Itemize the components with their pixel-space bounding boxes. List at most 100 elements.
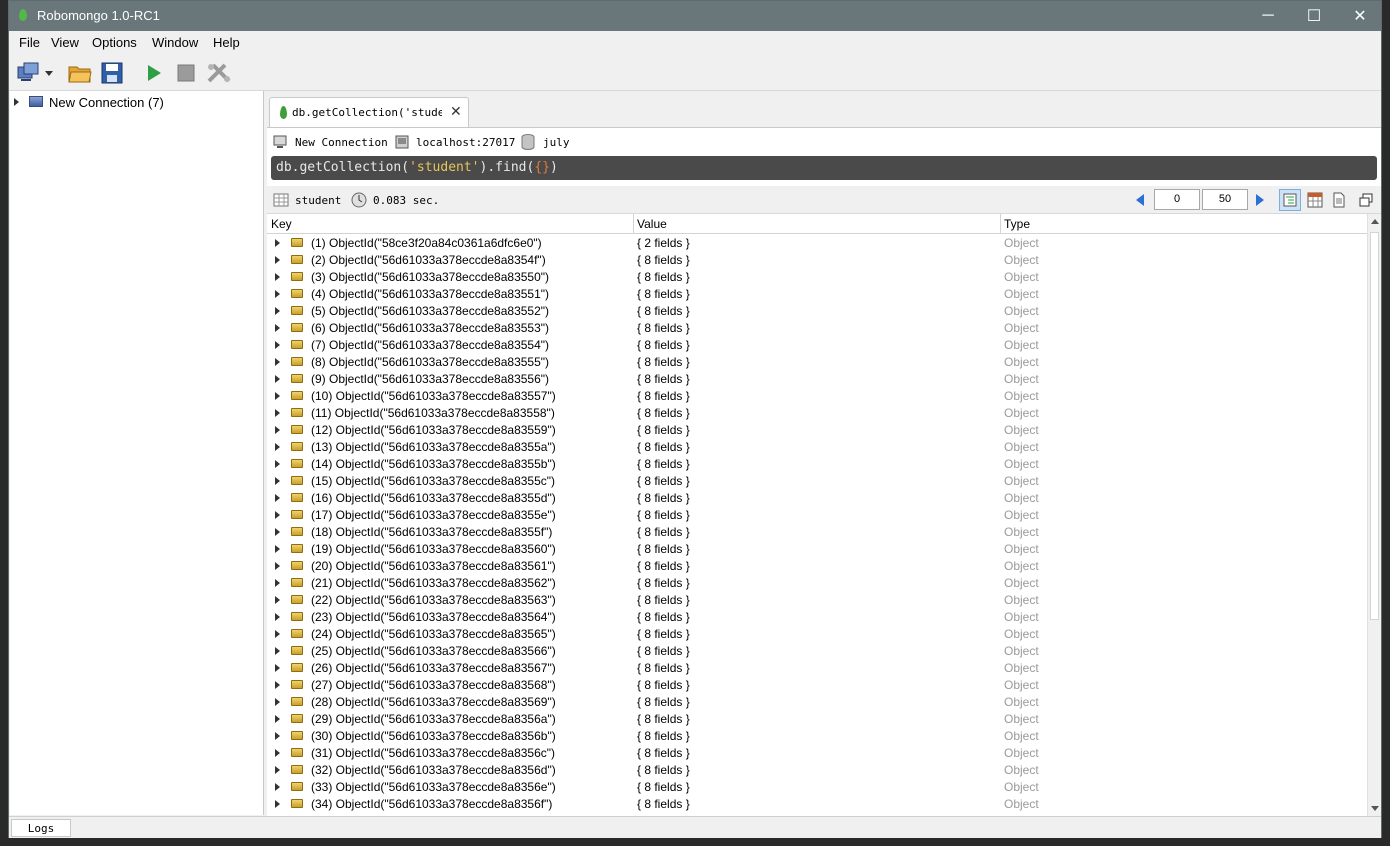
table-row[interactable]: (33) ObjectId("56d61033a378eccde8a8356e"… [267, 779, 1367, 796]
detach-window-icon[interactable] [1359, 193, 1373, 207]
expand-arrow-icon[interactable] [275, 443, 280, 451]
table-row[interactable]: (26) ObjectId("56d61033a378eccde8a83567"… [267, 660, 1367, 677]
execute-button[interactable] [143, 61, 165, 85]
expand-arrow-icon[interactable] [275, 239, 280, 247]
close-window-button[interactable]: ✕ [1337, 1, 1383, 31]
expand-arrow-icon[interactable] [275, 256, 280, 264]
table-row[interactable]: (21) ObjectId("56d61033a378eccde8a83562"… [267, 575, 1367, 592]
expand-arrow-icon[interactable] [275, 630, 280, 638]
expand-arrow-icon[interactable] [275, 409, 280, 417]
table-row[interactable]: (5) ObjectId("56d61033a378eccde8a83552")… [267, 303, 1367, 320]
expand-arrow-icon[interactable] [275, 290, 280, 298]
expand-arrow-icon[interactable] [275, 647, 280, 655]
query-tab[interactable]: db.getCollection('studen… ✕ [269, 97, 469, 127]
table-row[interactable]: (6) ObjectId("56d61033a378eccde8a83553")… [267, 320, 1367, 337]
scrollbar-thumb[interactable] [1370, 232, 1379, 620]
expand-arrow-icon[interactable] [275, 341, 280, 349]
expand-arrow-icon[interactable] [275, 494, 280, 502]
menu-view[interactable]: View [51, 35, 79, 50]
vertical-scrollbar[interactable] [1367, 214, 1381, 816]
expand-arrow-icon[interactable] [275, 698, 280, 706]
table-row[interactable]: (18) ObjectId("56d61033a378eccde8a8355f"… [267, 524, 1367, 541]
table-row[interactable]: (3) ObjectId("56d61033a378eccde8a83550")… [267, 269, 1367, 286]
expand-arrow-icon[interactable] [275, 545, 280, 553]
table-row[interactable]: (30) ObjectId("56d61033a378eccde8a8356b"… [267, 728, 1367, 745]
menu-file[interactable]: File [19, 35, 40, 50]
limit-input[interactable]: 50 [1202, 189, 1248, 210]
table-row[interactable]: (1) ObjectId("58ce3f20a84c0361a6dfc6e0")… [267, 235, 1367, 252]
table-row[interactable]: (31) ObjectId("56d61033a378eccde8a8356c"… [267, 745, 1367, 762]
column-divider[interactable] [633, 214, 634, 234]
column-header-value[interactable]: Value [637, 217, 667, 231]
table-row[interactable]: (14) ObjectId("56d61033a378eccde8a8355b"… [267, 456, 1367, 473]
expand-arrow-icon[interactable] [275, 596, 280, 604]
table-row[interactable]: (4) ObjectId("56d61033a378eccde8a83551")… [267, 286, 1367, 303]
table-row[interactable]: (19) ObjectId("56d61033a378eccde8a83560"… [267, 541, 1367, 558]
table-row[interactable]: (20) ObjectId("56d61033a378eccde8a83561"… [267, 558, 1367, 575]
table-row[interactable]: (32) ObjectId("56d61033a378eccde8a8356d"… [267, 762, 1367, 779]
expand-arrow-icon[interactable] [275, 477, 280, 485]
expand-arrow-icon[interactable] [275, 307, 280, 315]
menu-help[interactable]: Help [213, 35, 240, 50]
expand-arrow-icon[interactable] [275, 324, 280, 332]
expand-arrow-icon[interactable] [275, 460, 280, 468]
expand-arrow-icon[interactable] [275, 511, 280, 519]
table-row[interactable]: (25) ObjectId("56d61033a378eccde8a83566"… [267, 643, 1367, 660]
table-row[interactable]: (10) ObjectId("56d61033a378eccde8a83557"… [267, 388, 1367, 405]
query-editor[interactable]: db.getCollection('student').find({}) [271, 156, 1377, 180]
table-row[interactable]: (28) ObjectId("56d61033a378eccde8a83569"… [267, 694, 1367, 711]
expand-arrow-icon[interactable] [275, 528, 280, 536]
expand-arrow-icon[interactable] [275, 392, 280, 400]
table-row[interactable]: (11) ObjectId("56d61033a378eccde8a83558"… [267, 405, 1367, 422]
table-row[interactable]: (16) ObjectId("56d61033a378eccde8a8355d"… [267, 490, 1367, 507]
table-row[interactable]: (29) ObjectId("56d61033a378eccde8a8356a"… [267, 711, 1367, 728]
skip-input[interactable]: 0 [1154, 189, 1200, 210]
maximize-button[interactable]: ☐ [1291, 1, 1337, 31]
expand-arrow-icon[interactable] [275, 273, 280, 281]
table-row[interactable]: (17) ObjectId("56d61033a378eccde8a8355e"… [267, 507, 1367, 524]
orchestrate-button[interactable] [205, 61, 233, 85]
expand-arrow-icon[interactable] [275, 358, 280, 366]
menu-window[interactable]: Window [152, 35, 198, 50]
minimize-button[interactable]: ─ [1245, 1, 1291, 31]
table-row[interactable]: (13) ObjectId("56d61033a378eccde8a8355a"… [267, 439, 1367, 456]
column-header-key[interactable]: Key [271, 217, 292, 231]
expand-arrow-icon[interactable] [275, 783, 280, 791]
stop-button[interactable] [175, 61, 197, 85]
open-button[interactable] [67, 61, 93, 85]
expand-arrow-icon[interactable] [275, 800, 280, 808]
table-row[interactable]: (15) ObjectId("56d61033a378eccde8a8355c"… [267, 473, 1367, 490]
expand-arrow-icon[interactable] [275, 766, 280, 774]
menu-options[interactable]: Options [92, 35, 137, 50]
table-row[interactable]: (12) ObjectId("56d61033a378eccde8a83559"… [267, 422, 1367, 439]
scroll-up-arrow-icon[interactable] [1371, 219, 1379, 224]
expand-arrow-icon[interactable] [275, 375, 280, 383]
connect-button[interactable] [15, 61, 57, 85]
expand-arrow-icon[interactable] [275, 681, 280, 689]
expand-arrow-icon[interactable] [275, 749, 280, 757]
table-row[interactable]: (22) ObjectId("56d61033a378eccde8a83563"… [267, 592, 1367, 609]
expand-arrow-icon[interactable] [275, 579, 280, 587]
expand-arrow-icon[interactable] [275, 426, 280, 434]
save-button[interactable] [99, 61, 125, 85]
tree-view-button[interactable] [1279, 189, 1301, 211]
next-page-icon[interactable] [1255, 194, 1265, 206]
text-view-icon[interactable] [1331, 192, 1347, 208]
table-row[interactable]: (23) ObjectId("56d61033a378eccde8a83564"… [267, 609, 1367, 626]
tree-item-connection[interactable]: New Connection (7) [10, 93, 263, 111]
expand-arrow-icon[interactable] [14, 98, 19, 106]
column-header-type[interactable]: Type [1004, 217, 1030, 231]
expand-arrow-icon[interactable] [275, 562, 280, 570]
table-row[interactable]: (2) ObjectId("56d61033a378eccde8a8354f")… [267, 252, 1367, 269]
table-row[interactable]: (8) ObjectId("56d61033a378eccde8a83555")… [267, 354, 1367, 371]
table-row[interactable]: (9) ObjectId("56d61033a378eccde8a83556")… [267, 371, 1367, 388]
table-row[interactable]: (34) ObjectId("56d61033a378eccde8a8356f"… [267, 796, 1367, 813]
column-divider[interactable] [1000, 214, 1001, 234]
table-view-icon[interactable] [1307, 192, 1323, 208]
expand-arrow-icon[interactable] [275, 613, 280, 621]
close-tab-icon[interactable]: ✕ [450, 103, 462, 120]
expand-arrow-icon[interactable] [275, 715, 280, 723]
prev-page-icon[interactable] [1135, 194, 1145, 206]
logs-tab[interactable]: Logs [11, 819, 71, 837]
expand-arrow-icon[interactable] [275, 732, 280, 740]
